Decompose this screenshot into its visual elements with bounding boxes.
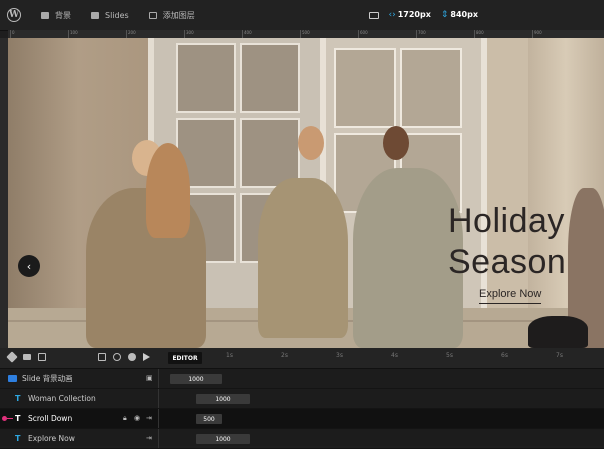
timeline-time-ruler[interactable]: 1s 2s 3s 4s 5s 6s 7s bbox=[210, 348, 604, 368]
background-button[interactable]: 背景 bbox=[41, 10, 71, 21]
ruler-tick: 900 bbox=[532, 30, 542, 38]
timeline-panel: EDITOR 1s 2s 3s 4s 5s 6s 7s Slide 背景动画 ▣ 1000 … bbox=[0, 348, 604, 449]
height-control[interactable]: ⇕ 840px bbox=[441, 10, 478, 20]
timeline-tick: 7s bbox=[556, 352, 563, 359]
timeline-tick: 5s bbox=[446, 352, 453, 359]
width-control[interactable]: ‹› 1720px bbox=[389, 10, 431, 20]
row-label: Slide 背景动画 bbox=[22, 374, 73, 383]
window-pane bbox=[400, 48, 462, 128]
ruler-tick: 500 bbox=[300, 30, 310, 38]
model-head bbox=[298, 126, 324, 160]
add-layer-label: 添加图层 bbox=[162, 10, 195, 20]
loop-icon[interactable] bbox=[113, 353, 121, 361]
add-layer-icon bbox=[148, 11, 157, 19]
ruler-tick: 100 bbox=[68, 30, 78, 38]
background-label: 背景 bbox=[55, 10, 71, 20]
timeline-tools bbox=[6, 351, 46, 363]
height-value: 840px bbox=[450, 10, 478, 19]
timeline-bar[interactable]: 500 bbox=[196, 414, 222, 424]
window-pane bbox=[240, 43, 300, 113]
text-icon: T bbox=[15, 434, 21, 443]
timeline-bar[interactable]: 1000 bbox=[170, 374, 222, 384]
top-toolbar: W 背景 Slides 添加图层 ‹› 1720px ⇕ 840px bbox=[0, 0, 604, 31]
text-icon: T bbox=[15, 394, 21, 403]
height-arrows-icon: ⇕ bbox=[440, 10, 449, 20]
model-figure bbox=[258, 178, 348, 338]
model-head bbox=[383, 126, 409, 160]
image-icon[interactable]: ▣ bbox=[146, 369, 153, 388]
wordpress-logo-icon[interactable]: W bbox=[7, 8, 21, 22]
row-divider bbox=[158, 409, 159, 428]
ruler-tick: 300 bbox=[184, 30, 194, 38]
slides-icon bbox=[91, 11, 99, 19]
row-divider bbox=[158, 369, 159, 388]
handbag bbox=[528, 316, 588, 348]
connector-line bbox=[6, 418, 13, 419]
tab-editor[interactable]: EDITOR bbox=[168, 352, 202, 364]
row-label: Woman Collection bbox=[28, 394, 96, 403]
settings-icon[interactable] bbox=[128, 353, 136, 361]
ruler-tick: 800 bbox=[474, 30, 484, 38]
ruler-tick: 200 bbox=[126, 30, 136, 38]
slides-label: Slides bbox=[105, 10, 129, 20]
headline-line-1: Holiday bbox=[448, 202, 565, 240]
row-label: Scroll Down bbox=[28, 414, 73, 423]
layers-icon[interactable] bbox=[6, 351, 18, 363]
row-divider bbox=[158, 429, 159, 448]
width-arrows-icon: ‹› bbox=[388, 10, 396, 20]
timeline-tick: 4s bbox=[391, 352, 398, 359]
list-icon[interactable] bbox=[23, 354, 31, 360]
folder-icon[interactable] bbox=[38, 353, 46, 361]
lock-icon[interactable]: 🔒︎ bbox=[123, 409, 127, 428]
ruler-tick: 0 bbox=[10, 30, 15, 38]
timeline-tick: 2s bbox=[281, 352, 288, 359]
timeline-row-selected[interactable]: T Scroll Down 🔒︎ ◉ ⇥ 500 bbox=[0, 409, 604, 429]
timeline-bar[interactable]: 1000 bbox=[196, 434, 250, 444]
visibility-icon[interactable]: ◉ bbox=[134, 409, 140, 428]
ruler-tick: 600 bbox=[358, 30, 368, 38]
desktop-icon[interactable] bbox=[368, 11, 379, 19]
previous-slide-button[interactable]: ‹ bbox=[18, 255, 40, 277]
timeline-row[interactable]: T Explore Now ⇥ 1000 bbox=[0, 429, 604, 449]
row-divider bbox=[158, 389, 159, 408]
timeline-row[interactable]: T Woman Collection 1000 bbox=[0, 389, 604, 409]
explore-now-button[interactable]: Explore Now bbox=[479, 288, 542, 304]
device-size-controls: ‹› 1720px ⇕ 840px bbox=[368, 0, 478, 30]
slide-canvas[interactable]: Holiday Season Explore Now ‹ bbox=[8, 38, 604, 348]
width-value: 1720px bbox=[397, 10, 431, 19]
timeline-row[interactable]: Slide 背景动画 ▣ 1000 bbox=[0, 369, 604, 389]
ruler-tick: 400 bbox=[242, 30, 252, 38]
timeline-playback-tools bbox=[98, 353, 150, 361]
timeline-tick: 6s bbox=[501, 352, 508, 359]
square-icon bbox=[41, 11, 49, 19]
align-icon[interactable]: ⇥ bbox=[146, 429, 152, 448]
align-icon[interactable]: ⇥ bbox=[146, 409, 152, 428]
headline-line-2: Season bbox=[448, 243, 567, 281]
text-icon: T bbox=[15, 414, 21, 423]
grid-icon[interactable] bbox=[98, 353, 106, 361]
timeline-bar[interactable]: 1000 bbox=[196, 394, 250, 404]
slide-icon bbox=[8, 369, 17, 388]
chevron-left-icon: ‹ bbox=[26, 259, 32, 273]
model-figure bbox=[353, 168, 463, 348]
timeline-header: EDITOR 1s 2s 3s 4s 5s 6s 7s bbox=[0, 348, 604, 369]
window-pane bbox=[176, 43, 236, 113]
model-hair bbox=[146, 143, 190, 238]
window-pane bbox=[334, 48, 396, 128]
ruler-tick: 700 bbox=[416, 30, 426, 38]
play-icon[interactable] bbox=[143, 353, 150, 361]
row-label: Explore Now bbox=[28, 434, 75, 443]
timeline-tick: 3s bbox=[336, 352, 343, 359]
add-layer-button[interactable]: 添加图层 bbox=[148, 10, 195, 21]
timeline-tick: 1s bbox=[226, 352, 233, 359]
slide-headline[interactable]: Holiday Season bbox=[448, 201, 588, 283]
slides-button[interactable]: Slides bbox=[91, 11, 129, 20]
